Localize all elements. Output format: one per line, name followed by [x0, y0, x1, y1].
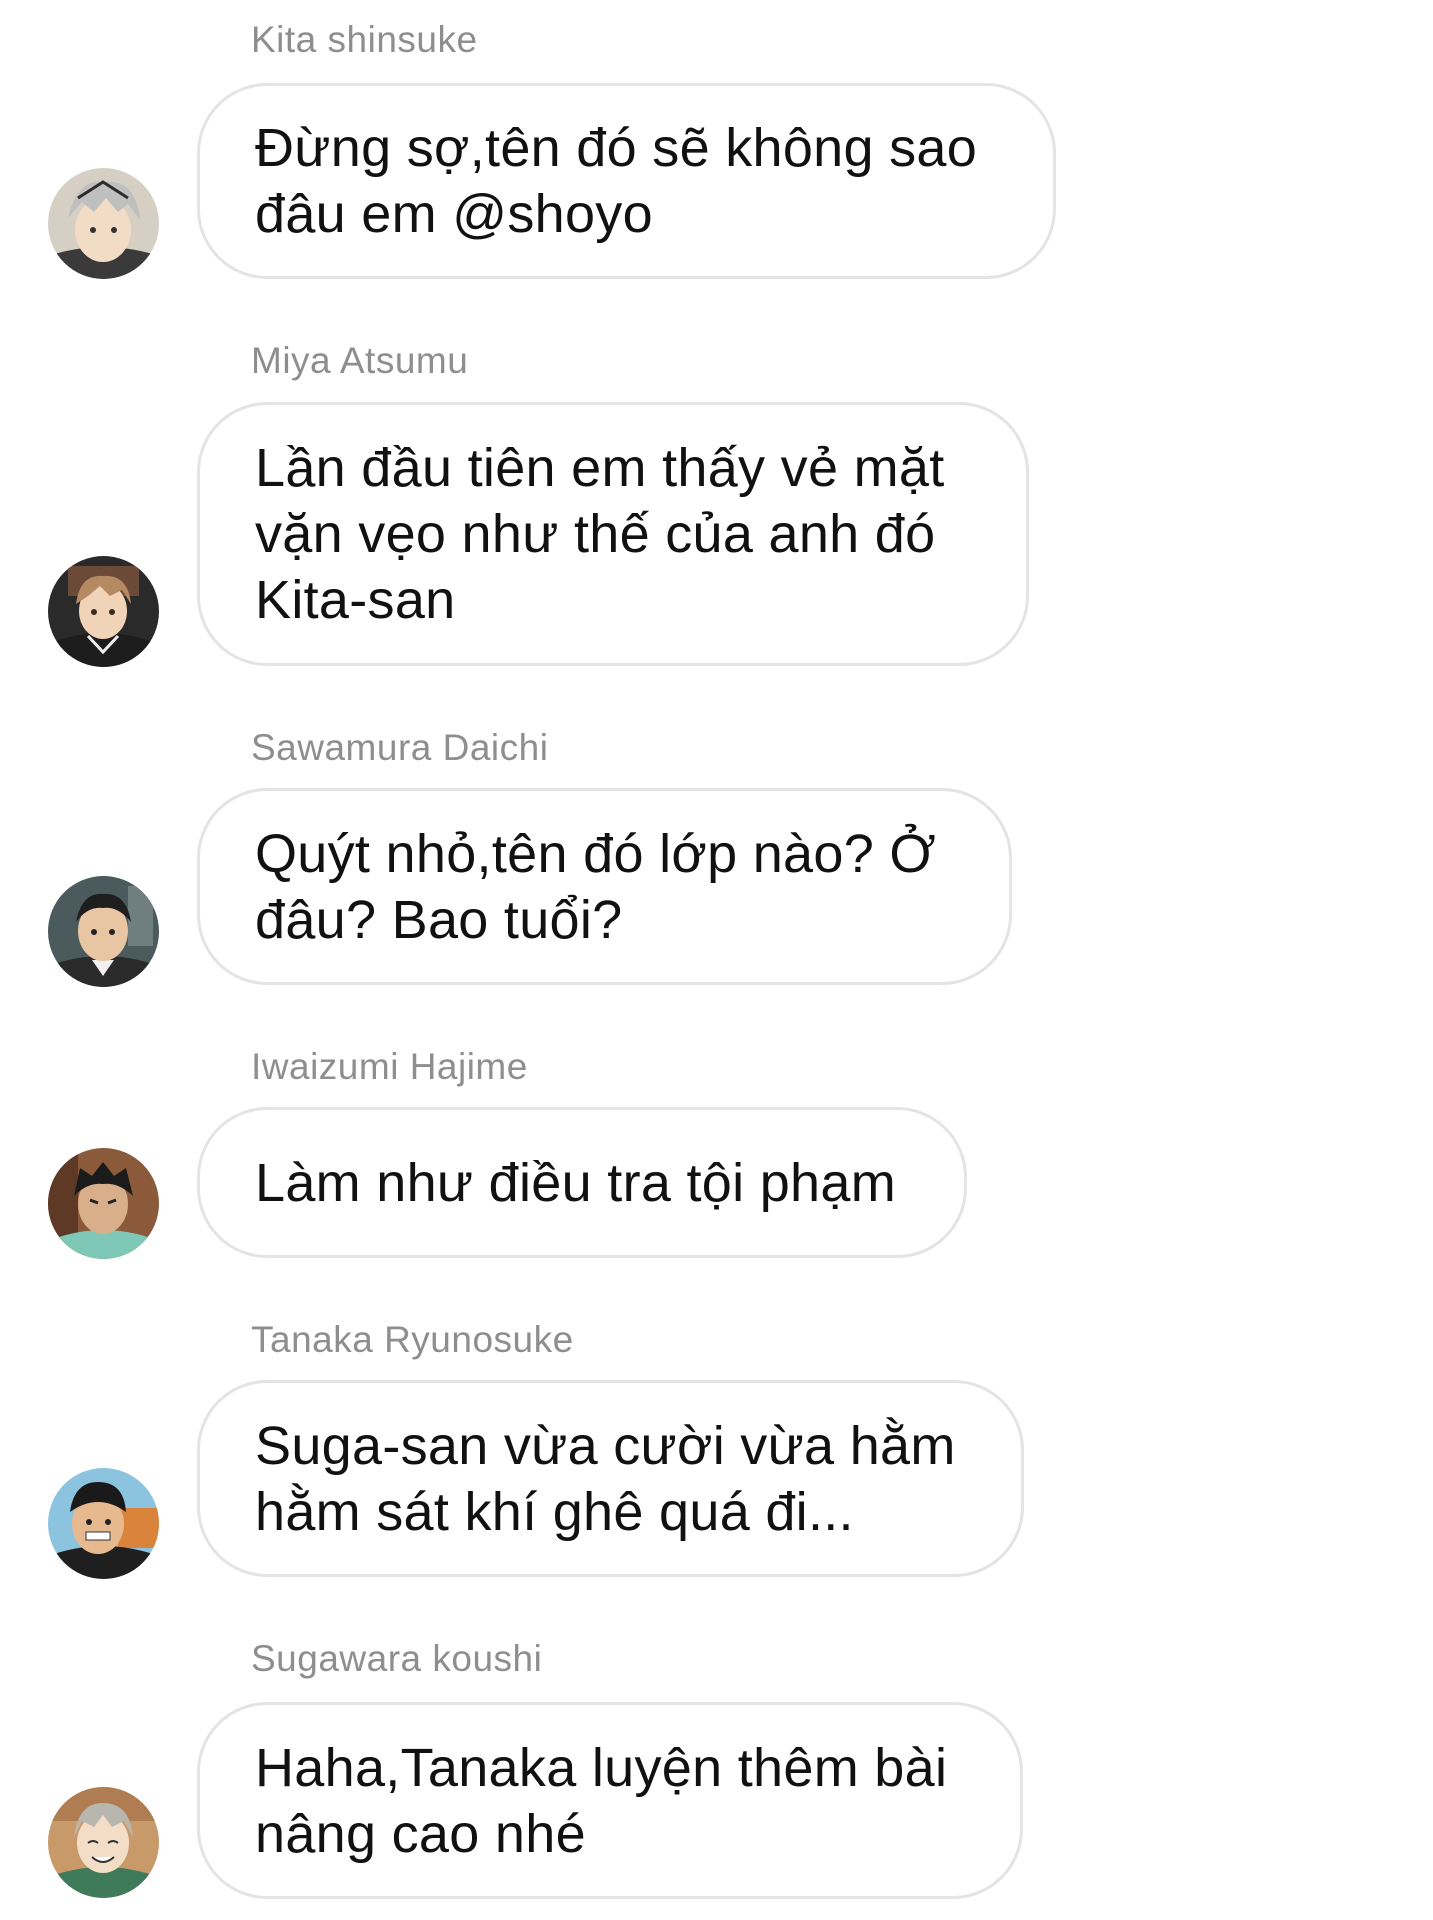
- sender-name: Sugawara koushi: [251, 1638, 543, 1679]
- message-bubble[interactable]: Đừng sợ,tên đó sẽ không sao đâu em @shoy…: [197, 83, 1056, 279]
- message-text: Lần đầu tiên em thấy vẻ mặt vặn vẹo như …: [255, 438, 945, 630]
- message-text: Đừng sợ,tên đó sẽ không sao đâu em @shoy…: [255, 118, 978, 244]
- message-bubble[interactable]: Haha,Tanaka luyện thêm bài nâng cao nhé: [197, 1702, 1023, 1899]
- message-text: Haha,Tanaka luyện thêm bài nâng cao nhé: [255, 1737, 948, 1864]
- sender-name: Sawamura Daichi: [251, 727, 549, 768]
- iwaizumi-avatar[interactable]: [48, 1148, 159, 1259]
- message-bubble[interactable]: Quýt nhỏ,tên đó lớp nào? Ở đâu? Bao tuổi…: [197, 788, 1012, 985]
- message-bubble[interactable]: Lần đầu tiên em thấy vẻ mặt vặn vẹo như …: [197, 402, 1029, 666]
- kita-avatar[interactable]: [48, 168, 159, 279]
- message-bubble[interactable]: Suga-san vừa cười vừa hằm hằm sát khí gh…: [197, 1380, 1024, 1577]
- message-text: Làm như điều tra tội phạm: [255, 1152, 896, 1213]
- daichi-avatar[interactable]: [48, 876, 159, 987]
- atsumu-avatar[interactable]: [48, 556, 159, 667]
- tanaka-avatar[interactable]: [48, 1468, 159, 1579]
- sender-name: Iwaizumi Hajime: [251, 1046, 528, 1087]
- sender-name: Kita shinsuke: [251, 19, 478, 60]
- chat-thread: Kita shinsuke Đừng sợ,tên đó sẽ không sa…: [0, 0, 1433, 1920]
- message-text: Quýt nhỏ,tên đó lớp nào? Ở đâu? Bao tuổi…: [255, 823, 936, 950]
- sugawara-avatar[interactable]: [48, 1787, 159, 1898]
- sender-name: Miya Atsumu: [251, 340, 469, 381]
- message-text: Suga-san vừa cười vừa hằm hằm sát khí gh…: [255, 1415, 956, 1542]
- message-bubble[interactable]: Làm như điều tra tội phạm: [197, 1107, 967, 1258]
- sender-name: Tanaka Ryunosuke: [251, 1319, 574, 1360]
